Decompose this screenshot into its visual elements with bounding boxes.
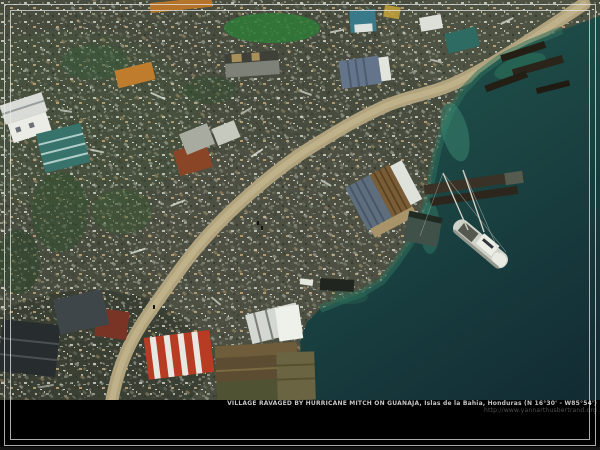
wallpaper-canvas: VILLAGE RAVAGED BY HURRICANE MITCH ON GU… [0,0,600,450]
lawn-patch [224,13,320,43]
aerial-photo [0,0,600,400]
stripped-gray-building [224,50,280,78]
pier-shed [276,351,316,400]
dark-roof-building [0,319,61,377]
white-shore-roof [275,304,303,341]
red-white-striped-roof [144,330,215,380]
photo-caption: VILLAGE RAVAGED BY HURRICANE MITCH ON GU… [227,400,597,407]
moored-barge [320,278,355,292]
photo-caption-block: VILLAGE RAVAGED BY HURRICANE MITCH ON GU… [227,400,597,414]
photo-credit-url: http://www.yannarthusbertrand.org [227,407,597,414]
